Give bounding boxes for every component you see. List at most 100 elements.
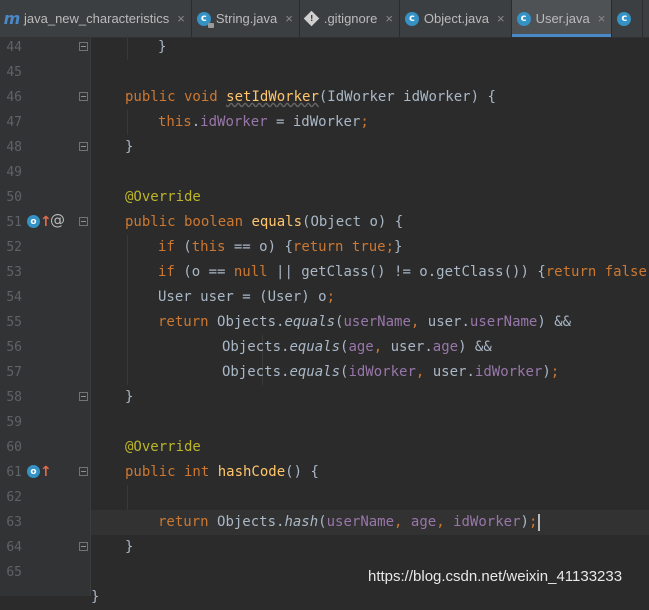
fold-collapse-icon[interactable] [79, 217, 88, 226]
code-line[interactable]: 60 @Override [0, 435, 649, 460]
tab-label: .gitignore [323, 11, 378, 26]
line-number: 46 [6, 90, 22, 105]
code-line[interactable]: 50 @Override [0, 185, 649, 210]
code-editor[interactable]: 44} 45 46 public void setIdWorker(IdWorker … [0, 35, 649, 605]
close-icon[interactable]: × [385, 11, 393, 26]
fold-collapse-icon[interactable] [79, 92, 88, 101]
code-token: user. [390, 339, 433, 355]
fold-collapse-icon[interactable] [79, 467, 88, 476]
line-number: 60 [6, 440, 22, 455]
class-icon: c [616, 11, 632, 27]
code-line[interactable]: 62 [0, 485, 649, 510]
code-text: } [125, 535, 133, 560]
code-token: } [394, 239, 403, 255]
close-icon[interactable]: × [497, 11, 505, 26]
code-token: age [410, 514, 437, 530]
class-icon: c [516, 11, 532, 27]
annotation-at-icon[interactable]: @ [50, 213, 65, 228]
code-line[interactable]: 58} [0, 385, 649, 410]
line-number: 63 [6, 515, 22, 530]
line-number: 59 [6, 415, 22, 430]
code-line[interactable]: 46 public void setIdWorker(IdWorker idWor… [0, 85, 649, 110]
code-text: if (o == null || getClass() != o.getClas… [158, 260, 649, 285]
code-line[interactable]: 48} [0, 135, 649, 160]
code-token: ) && [458, 339, 492, 355]
code-token: userName [469, 314, 538, 330]
code-token: idWorker [453, 514, 521, 530]
code-line[interactable]: 49 [0, 160, 649, 185]
code-text: User user = (User) o; [158, 285, 335, 310]
tab-java-new-characteristics[interactable]: m java_new_characteristics × [0, 0, 192, 37]
code-text: Objects.equals(idWorker, user.idWorker); [222, 360, 559, 385]
line-number: 47 [6, 115, 22, 130]
code-text: Objects.equals(age, user.age) && [222, 335, 492, 360]
override-method-icon[interactable]: o ↑ [27, 215, 52, 229]
code-line[interactable]: 64} [0, 535, 649, 560]
line-number: 54 [6, 290, 22, 305]
line-number: 65 [6, 565, 22, 580]
code-token: Objects. [222, 339, 290, 355]
code-line[interactable]: 55 return Objects.equals(userName, user.u… [0, 310, 649, 335]
code-token: hash [284, 514, 319, 530]
code-token: ) [542, 364, 551, 380]
code-line[interactable]: 52 if (this == o) {return true;} [0, 235, 649, 260]
code-token: } [125, 539, 134, 555]
code-token: this [158, 114, 192, 130]
code-token: public int [125, 464, 218, 480]
code-token: @Override [125, 189, 201, 205]
code-token: , [436, 514, 454, 530]
code-line[interactable]: 59 [0, 410, 649, 435]
code-token: @Override [125, 439, 201, 455]
code-line[interactable]: 45 [0, 60, 649, 85]
tab-gitignore[interactable]: ! .gitignore × [300, 0, 400, 37]
line-number: 50 [6, 190, 22, 205]
code-token: ; [360, 114, 369, 130]
code-line[interactable]: 63 return Objects.hash(userName, age, idW… [6, 510, 649, 535]
code-line[interactable]: 54 User user = (User) o; [0, 285, 649, 310]
code-token: ) && [537, 314, 572, 330]
tab-overflow[interactable]: c [612, 0, 644, 37]
override-method-icon[interactable]: o ↑ [27, 465, 52, 479]
close-icon[interactable]: × [177, 11, 185, 26]
tab-label: User.java [535, 11, 590, 26]
line-number: 57 [6, 365, 22, 380]
code-line[interactable]: 53 if (o == null || getClass() != o.getCl… [0, 260, 649, 285]
tab-object-java[interactable]: c Object.java × [400, 0, 512, 37]
line-number: 58 [6, 390, 22, 405]
code-token: userName [343, 314, 411, 330]
line-number: 44 [6, 40, 22, 55]
fold-end-icon[interactable] [79, 392, 88, 401]
code-token: (IdWorker idWorker) { [318, 89, 496, 105]
fold-end-icon[interactable] [79, 142, 88, 151]
fold-end-icon[interactable] [79, 542, 88, 551]
code-line[interactable]: 47 this.idWorker = idWorker; [0, 110, 649, 135]
fold-end-icon[interactable] [79, 42, 88, 51]
code-line[interactable]: 56 Objects.equals(age, user.age) && [0, 335, 649, 360]
code-token: if [158, 239, 184, 255]
code-token: user. [432, 364, 475, 380]
code-text: public boolean equals(Object o) { [125, 210, 403, 235]
code-line[interactable]: 57 Objects.equals(idWorker, user.idWorker… [0, 360, 649, 385]
code-token: ) [520, 514, 529, 530]
code-line[interactable]: 61 o ↑ public int hashCode() { [0, 460, 649, 485]
watermark-text: https://blog.csdn.net/weixin_41133233 [368, 568, 623, 585]
code-text: } [125, 385, 133, 410]
tab-user-java[interactable]: c User.java × [511, 0, 613, 37]
code-token: age [348, 339, 374, 355]
code-token: Objects. [217, 514, 285, 530]
code-token: == o) { [225, 239, 293, 255]
code-line[interactable]: 44} [0, 35, 649, 60]
code-token: idWorker [348, 364, 416, 380]
code-token: age [432, 339, 459, 355]
code-line[interactable]: } [0, 585, 649, 610]
code-line[interactable]: 51 o ↑ @ public boolean equals(Object o) { [0, 210, 649, 235]
tab-label: java_new_characteristics [24, 11, 170, 26]
close-icon[interactable]: × [598, 11, 606, 26]
tab-string-java[interactable]: c String.java × [192, 0, 300, 37]
close-icon[interactable]: × [285, 11, 293, 26]
code-token: ; [550, 364, 560, 380]
code-text: public int hashCode() { [125, 460, 319, 485]
code-token: userName [326, 514, 395, 530]
code-token: user. [427, 314, 470, 330]
code-token: return [158, 314, 218, 330]
